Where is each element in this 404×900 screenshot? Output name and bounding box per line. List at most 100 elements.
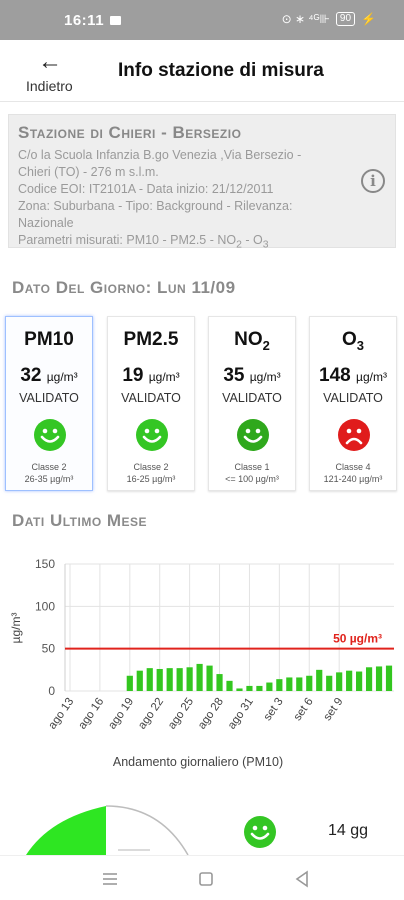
charging-icon: ⚡ <box>361 12 376 26</box>
station-address-line1: C/o la Scuola Infanzia B.go Venezia ,Via… <box>18 148 302 162</box>
chart-bar <box>176 668 183 691</box>
chart-bar <box>286 677 293 691</box>
y-tick-label: 150 <box>35 557 55 571</box>
x-axis-label: Andamento giornaliero (PM10) <box>113 755 283 769</box>
station-name: Stazione di Chieri - Bersezio <box>18 123 242 142</box>
value-unit: µg/m³ <box>249 370 281 384</box>
value-unit: µg/m³ <box>356 370 387 384</box>
status-time: 16:11 <box>64 12 105 29</box>
chart-bar <box>216 674 223 691</box>
chart-bar <box>186 667 193 691</box>
y-tick-label: 50 <box>42 642 56 656</box>
chart-bar <box>276 679 283 691</box>
param-name: NO <box>234 329 263 350</box>
pollutant-card[interactable]: PM2.5 19 µg/m³ VALIDATO Classe 2 16-25 µg/m³ <box>107 316 195 491</box>
chart-bar <box>206 665 213 691</box>
param-sub: 3 <box>356 337 364 353</box>
chart-bar <box>306 675 313 691</box>
value-number: 32 <box>20 365 42 386</box>
x-tick-label: ago 22 <box>136 696 166 732</box>
chart-bar <box>226 680 233 691</box>
station-info-panel: Stazione di Chieri - Bersezio C/o la Scu… <box>8 114 396 251</box>
menu-icon <box>103 873 117 885</box>
page-title: Info stazione di misura <box>118 60 324 81</box>
chart-bar <box>156 668 163 691</box>
pollutant-card[interactable]: NO2 35 µg/m³ VALIDATO Classe 1 <= 100 µg/m³ <box>208 316 296 491</box>
day-section-title: Dato Del Giorno: Lun 11/09 <box>12 278 236 297</box>
station-details: C/o la Scuola Infanzia B.go Venezia ,Via… <box>18 147 348 254</box>
x-tick-label: ago 31 <box>226 696 256 732</box>
recent-apps-button[interactable] <box>95 864 125 894</box>
x-tick-label: ago 28 <box>196 696 226 732</box>
y-tick-label: 0 <box>48 684 55 698</box>
card-value: 35 µg/m³ <box>209 365 295 387</box>
card-param: NO2 <box>209 329 295 353</box>
class-label: Classe 1 <box>234 462 270 472</box>
chart-bar <box>365 667 373 691</box>
arrow-left-icon: ← <box>38 48 62 75</box>
card-param: PM10 <box>6 329 92 353</box>
param-name: PM2.5 <box>123 329 179 350</box>
gauge-fill <box>26 806 106 855</box>
card-value: 148 µg/m³ <box>310 365 396 387</box>
value-number: 35 <box>223 365 245 386</box>
status-icons: ⊙ ∗ ⁴ᴳ⊪ 90 ⚡ <box>282 12 376 26</box>
x-tick-label: ago 25 <box>166 696 196 732</box>
chart-bar <box>385 665 393 691</box>
card-status: VALIDATO <box>323 391 383 405</box>
smile-face-icon <box>237 419 269 451</box>
app-bar: ← Indietro Info stazione di misura <box>0 40 404 102</box>
chart-bar <box>346 670 353 691</box>
card-value: 19 µg/m³ <box>108 365 194 387</box>
chart-bar <box>126 675 133 691</box>
chart-bar <box>296 677 303 691</box>
value-number: 148 <box>319 365 351 386</box>
card-class: Classe 2 16-25 µg/m³ <box>108 461 194 485</box>
chart-bar <box>246 685 253 691</box>
pollutant-card[interactable]: PM10 32 µg/m³ VALIDATO Classe 2 26-35 µg/m³ <box>5 316 93 491</box>
station-code: Codice EOI: IT2101A - Data inizio: 21/12… <box>18 182 274 196</box>
params-sub-o3: 3 <box>262 239 269 251</box>
card-status: VALIDATO <box>19 391 79 405</box>
back-button[interactable]: ← Indietro <box>18 48 82 96</box>
back-nav-button[interactable] <box>287 864 317 894</box>
x-tick-label: set 3 <box>262 696 286 723</box>
chart-bar <box>336 672 343 691</box>
x-tick-label: ago 19 <box>106 696 136 732</box>
smile-face-icon <box>34 419 66 451</box>
chart-bar <box>356 671 363 691</box>
triangle-back-icon <box>295 870 308 888</box>
station-params: Parametri misurati: PM10 - PM2.5 - NO2 -… <box>18 232 348 254</box>
param-sub: 2 <box>262 337 270 353</box>
x-tick-label: set 9 <box>321 696 345 723</box>
chart-bar <box>326 675 333 691</box>
chart-bar <box>256 685 263 691</box>
class-label: Classe 4 <box>335 462 371 472</box>
chart-bar <box>236 688 243 691</box>
battery-icon: 90 <box>335 12 356 26</box>
threshold-label: 50 µg/m³ <box>333 632 382 646</box>
station-zone-line1: Zona: Suburbana - Tipo: Background - Ril… <box>18 199 293 213</box>
params-sep: - O <box>241 233 263 247</box>
value-unit: µg/m³ <box>46 370 78 384</box>
signal-icons: ⊙ ∗ ⁴ᴳ⊪ <box>281 12 330 26</box>
message-icon <box>110 16 121 25</box>
summary-days: 14 gg <box>328 822 369 839</box>
class-label: Classe 2 <box>133 462 169 472</box>
card-status: VALIDATO <box>222 391 282 405</box>
month-section-title: Dati Ultimo Mese <box>12 511 148 530</box>
class-range: <= 100 µg/m³ <box>225 474 279 484</box>
params-prefix: Parametri misurati: PM10 - PM2.5 - NO <box>18 233 237 247</box>
chart-bar <box>136 670 143 691</box>
pollutant-card[interactable]: O3 148 µg/m³ VALIDATO Classe 4 121-240 µg/m³ <box>309 316 397 491</box>
card-class: Classe 4 121-240 µg/m³ <box>310 461 396 485</box>
card-class: Classe 2 26-35 µg/m³ <box>6 461 92 485</box>
info-icon[interactable]: i <box>361 169 385 193</box>
param-name: O <box>341 329 357 350</box>
y-tick-label: 100 <box>35 599 55 613</box>
param-name: PM10 <box>24 329 74 350</box>
chart-bar <box>196 663 203 691</box>
station-zone-line2: Nazionale <box>18 216 74 230</box>
status-bar: 16:11 ⊙ ∗ ⁴ᴳ⊪ 90 ⚡ <box>0 0 404 40</box>
home-button[interactable] <box>191 864 221 894</box>
